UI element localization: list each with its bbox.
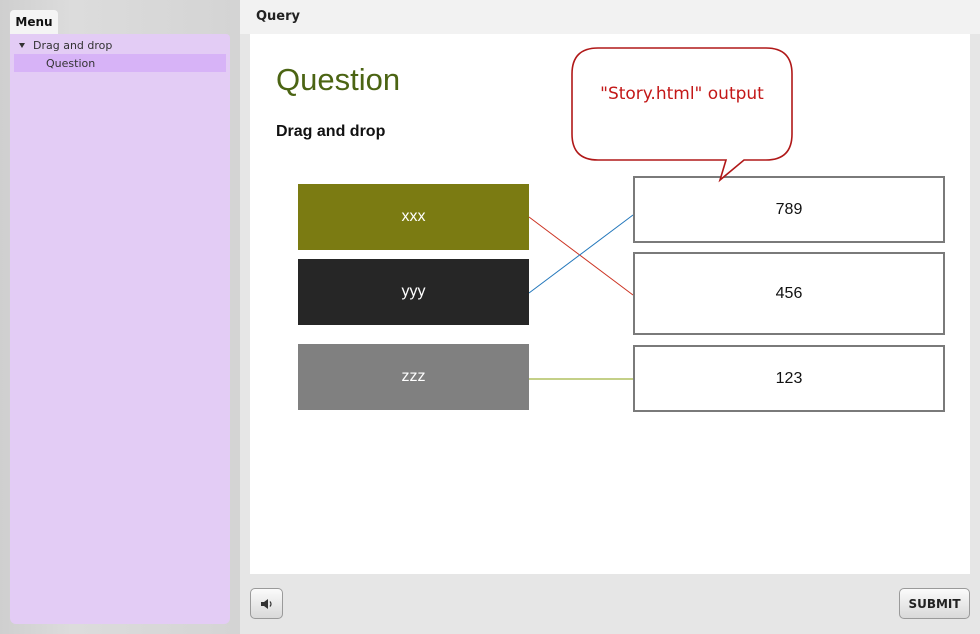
drag-item-label: zzz <box>401 368 426 385</box>
tree-item-drag-and-drop[interactable]: Drag and drop <box>14 36 226 54</box>
slide-canvas: Question Drag and drop xxx yyy zzz 789 4… <box>250 34 970 574</box>
drop-target-label: 456 <box>775 284 803 302</box>
header-title: Query <box>256 9 301 24</box>
sidebar: Menu Drag and drop Question <box>0 0 240 634</box>
main-area: Query Question Drag and drop xxx yyy zzz… <box>240 0 980 634</box>
submit-button[interactable]: SUBMIT <box>899 588 970 619</box>
drag-item-zzz[interactable]: zzz <box>298 344 529 410</box>
drop-target-label: 789 <box>775 200 803 218</box>
drop-target-label: 123 <box>775 369 803 387</box>
player-footer: SUBMIT <box>240 574 980 634</box>
menu-tab[interactable]: Menu <box>10 10 58 34</box>
connector-xxx-to-456 <box>528 216 634 296</box>
audio-button[interactable] <box>250 588 283 619</box>
expand-caret-icon[interactable] <box>19 42 25 48</box>
main-header: Query <box>240 0 980 34</box>
connector-yyy-to-789 <box>528 214 634 294</box>
menu-panel: Drag and drop Question <box>10 34 230 624</box>
callout-shape <box>571 47 793 183</box>
drag-item-label: xxx <box>401 208 426 225</box>
speaker-icon <box>260 598 272 609</box>
drag-item-yyy[interactable]: yyy <box>298 259 529 325</box>
drop-target-123[interactable]: 123 <box>633 345 945 412</box>
tree-item-label: Question <box>46 56 96 70</box>
tree-item-question[interactable]: Question <box>14 54 226 72</box>
drop-target-456[interactable]: 456 <box>633 252 945 335</box>
drag-item-label: yyy <box>401 283 426 300</box>
drag-item-xxx[interactable]: xxx <box>298 184 529 250</box>
tree-item-label: Drag and drop <box>33 38 113 52</box>
callout-text: "Story.html" output <box>600 84 764 104</box>
callout-bubble: "Story.html" output <box>570 44 800 189</box>
